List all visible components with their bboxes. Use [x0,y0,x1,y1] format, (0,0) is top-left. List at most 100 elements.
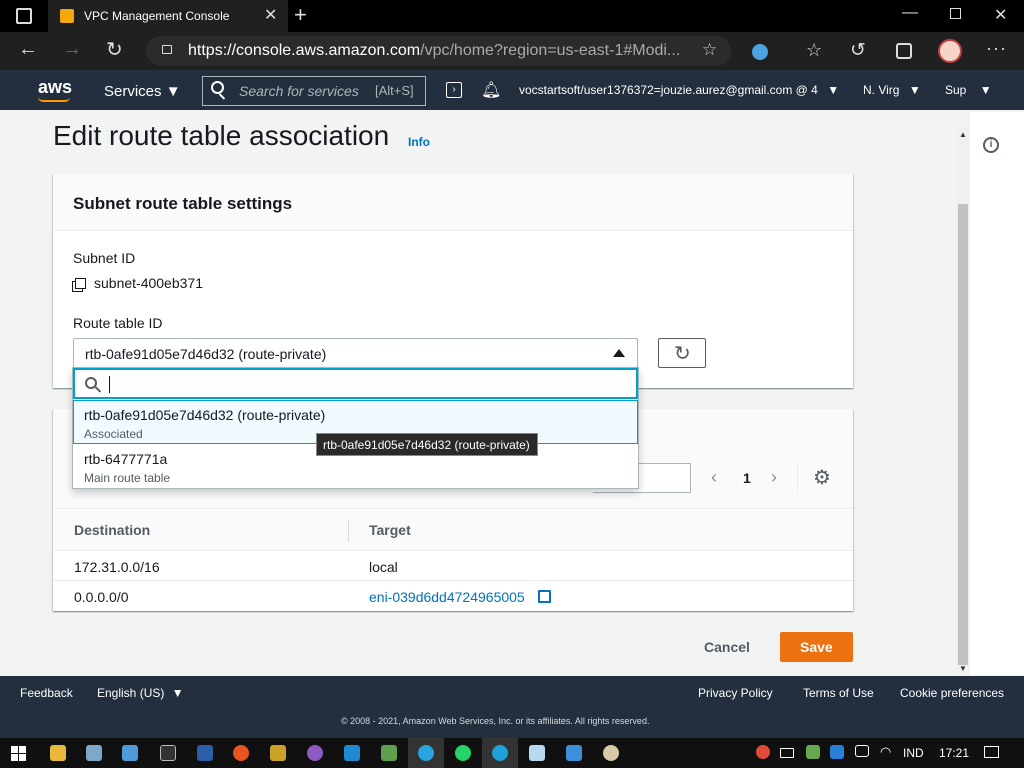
notepad-icon[interactable] [529,745,545,761]
route-target: local [369,559,398,575]
route-table-id-label: Route table ID [73,315,163,331]
display-settings-icon[interactable] [122,745,138,761]
forward-icon[interactable]: → [62,38,82,61]
wifi-icon[interactable]: ◠ [880,744,891,760]
lock-icon [162,45,172,54]
route-destination: 172.31.0.0/16 [74,559,160,575]
collections-icon[interactable] [896,43,912,59]
whatsapp-icon[interactable] [455,745,471,761]
paint-icon[interactable] [603,745,619,761]
git-icon[interactable] [270,745,286,761]
account-label: vocstartsoft/user1376372=jouzie.aurez@gm… [519,83,818,97]
browser-tab[interactable]: VPC Management Console ✕ [48,0,288,32]
display-tray-icon[interactable] [855,745,869,757]
previous-page-icon[interactable]: ‹ [711,467,717,488]
caret-down-icon: ▼ [979,83,992,97]
battery-icon[interactable] [780,748,794,758]
tab-actions-icon[interactable] [16,8,32,24]
column-header-destination[interactable]: Destination [74,522,150,538]
cookie-preferences-link[interactable]: Cookie preferences [900,686,1004,700]
scrollbar-thumb[interactable] [958,204,968,665]
terms-link[interactable]: Terms of Use [803,686,874,700]
command-prompt-icon[interactable] [160,745,176,761]
aws-top-nav: aws Services ▼ › 🔔︎ vocstartsoft/user137… [0,70,1024,110]
caret-down-icon: ▼ [908,83,921,97]
caret-down-icon: ▼ [827,83,840,97]
info-link[interactable]: Info [408,135,430,149]
scroll-down-icon[interactable]: ▼ [959,664,967,673]
notification-center-icon[interactable] [984,746,999,758]
input-language[interactable]: IND [903,746,924,760]
refresh-icon: ↻ [674,343,691,365]
refresh-button[interactable]: ↻ [658,338,706,368]
tab-title: VPC Management Console [84,9,230,23]
table-header-row: Destination Target [53,510,853,551]
url-host: console.aws.amazon.com [236,42,421,59]
minimize-icon[interactable]: — [902,4,918,22]
refresh-icon[interactable]: ↻ [106,37,123,62]
chrome-tray-icon[interactable] [756,745,770,759]
powershell-icon[interactable] [197,745,213,761]
github-icon[interactable] [307,745,323,761]
control-panel-icon[interactable] [86,745,102,761]
feedback-link[interactable]: Feedback [20,686,73,700]
region-menu[interactable]: N. Virg ▼ [863,83,921,97]
column-header-target[interactable]: Target [369,522,411,538]
table-row: 0.0.0.0/0 eni-039d6dd4724965005 [53,581,853,611]
file-explorer-icon[interactable] [50,745,66,761]
dropdown-filter-input[interactable] [73,368,638,399]
notifications-bell-icon[interactable]: 🔔︎ [481,80,501,100]
back-icon[interactable]: ← [18,38,38,61]
bluetooth-icon[interactable] [830,745,844,759]
route-target-link[interactable]: eni-039d6dd4724965005 [369,589,525,605]
edge-browser-icon[interactable] [492,745,508,761]
panel-title: Subnet route table settings [73,194,293,213]
url-text: https://console.aws.amazon.com/vpc/home?… [188,42,680,60]
profile-avatar[interactable] [938,39,962,63]
vscode-icon[interactable] [344,745,360,761]
maximize-icon[interactable] [950,8,961,19]
close-tab-icon[interactable]: ✕ [264,5,277,25]
browser-menu-icon[interactable]: ··· [986,38,1007,59]
extension-icon[interactable] [752,44,768,60]
scroll-up-icon[interactable]: ▲ [959,130,967,139]
close-window-icon[interactable]: ✕ [994,5,1007,25]
new-tab-icon[interactable]: + [294,2,307,28]
url-bar[interactable]: https://console.aws.amazon.com/vpc/home?… [146,36,731,66]
option-label: rtb-0afe91d05e7d46d32 (route-private) [84,407,326,423]
favorite-star-icon[interactable]: ☆ [702,40,717,60]
cloudshell-icon[interactable]: › [446,82,462,98]
browser-tab-bar: VPC Management Console ✕ + — ✕ [0,0,1024,32]
network-app-icon[interactable] [806,745,820,759]
next-page-icon[interactable]: › [771,467,777,488]
settings-gear-icon[interactable]: ⚙ [813,465,831,490]
page-number[interactable]: 1 [743,470,751,486]
url-prefix: https:// [188,42,237,59]
search-icon [211,81,224,94]
history-icon[interactable]: ↺ [850,39,866,62]
account-menu[interactable]: vocstartsoft/user1376372=jouzie.aurez@gm… [519,83,839,97]
aws-logo[interactable]: aws [38,77,72,98]
photos-icon[interactable] [566,745,582,761]
cancel-button[interactable]: Cancel [704,639,750,655]
privacy-link[interactable]: Privacy Policy [698,686,773,700]
info-circle-icon[interactable]: i [983,137,999,153]
copy-icon[interactable] [75,278,86,289]
services-menu[interactable]: Services ▼ [104,83,181,100]
console-footer: Feedback English (US) ▼ Privacy Policy T… [0,676,1024,738]
support-menu[interactable]: Sup ▼ [945,83,992,97]
language-selector[interactable]: English (US) ▼ [97,686,184,700]
external-link-icon[interactable] [538,590,551,603]
windows-start-icon[interactable] [11,746,26,761]
tooltip-text: rtb-0afe91d05e7d46d32 (route-private) [323,438,530,452]
route-table-select[interactable]: rtb-0afe91d05e7d46d32 (route-private) [73,338,638,368]
favorites-icon[interactable]: ☆ [806,40,822,61]
telegram-icon[interactable] [418,745,434,761]
service-search-input[interactable]: Search for services [Alt+S] [202,76,426,106]
aws-favicon-icon [60,9,74,23]
clock[interactable]: 17:21 [939,746,969,760]
save-button[interactable]: Save [780,632,853,662]
url-path: /vpc/home?region=us-east-1#Modi... [420,42,681,59]
nodejs-icon[interactable] [381,745,397,761]
ubuntu-icon[interactable] [233,745,249,761]
